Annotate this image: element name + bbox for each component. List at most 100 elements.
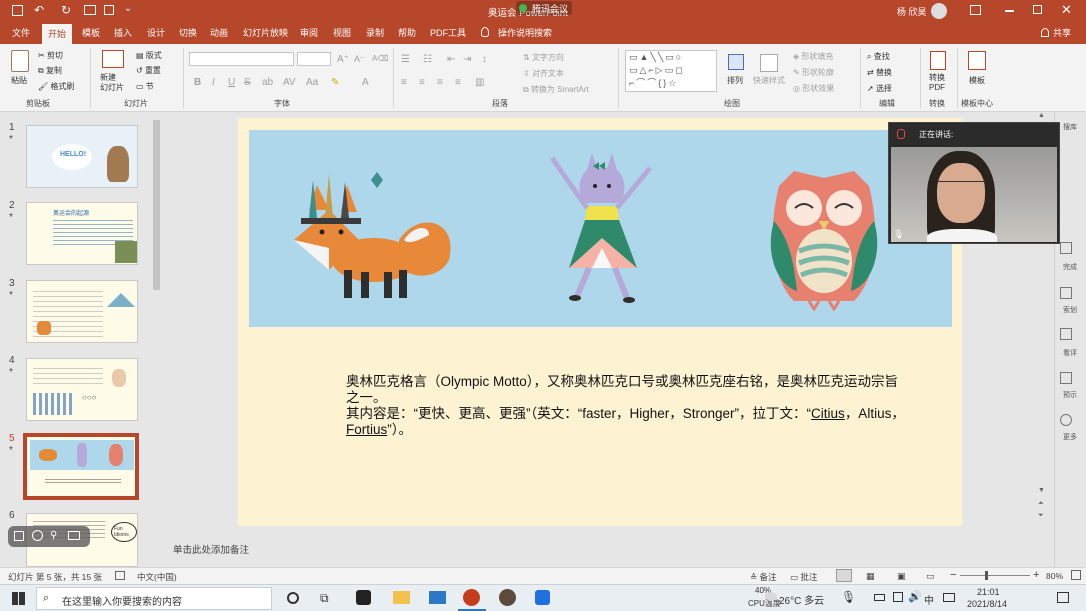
- tab-pdf-tools[interactable]: PDF工具: [430, 26, 466, 39]
- quick-styles-icon[interactable]: [760, 54, 778, 72]
- ime-indicator[interactable]: 中: [924, 592, 934, 607]
- paste-button[interactable]: 粘贴: [11, 75, 27, 86]
- shapes-gallery[interactable]: ▭▲╲╲▭○ ▭△⌐▷▭◻ ⌐⌒⌒{}☆: [625, 50, 717, 92]
- shape-fill-button[interactable]: ◈ 形状填充: [793, 51, 833, 62]
- pdf-icon[interactable]: [930, 51, 946, 70]
- clock-date[interactable]: 2021/8/14: [967, 599, 1007, 609]
- tab-home[interactable]: 开始: [42, 24, 73, 44]
- slide-thumbnail-5[interactable]: [23, 433, 139, 500]
- clock-time[interactable]: 21:01: [977, 587, 1000, 597]
- tab-slideshow[interactable]: 幻灯片放映: [243, 26, 288, 39]
- side-item-icon[interactable]: [1060, 287, 1072, 299]
- prev-slide-icon[interactable]: ⏶: [1038, 500, 1044, 508]
- shadow-icon[interactable]: ab: [262, 77, 273, 88]
- zoom-slider[interactable]: [960, 575, 1030, 576]
- scroll-down-icon[interactable]: ▼: [1038, 487, 1045, 494]
- spellcheck-icon[interactable]: [115, 571, 125, 580]
- underline-icon[interactable]: U: [228, 77, 235, 88]
- tab-view[interactable]: 视图: [333, 26, 351, 39]
- template-button[interactable]: 模板: [969, 75, 985, 86]
- new-slide-icon[interactable]: [102, 50, 124, 68]
- normal-view-icon[interactable]: [836, 569, 852, 582]
- reading-view-icon[interactable]: ▣: [897, 571, 906, 582]
- convert-pdf-button[interactable]: 转换 PDF: [929, 73, 945, 93]
- section-button[interactable]: ▭ 节: [136, 81, 154, 92]
- text-direction-button[interactable]: ⇅ 文字方向: [523, 52, 564, 63]
- emoji-icon[interactable]: [32, 530, 43, 541]
- decrease-indent-icon[interactable]: ⇤: [447, 54, 455, 65]
- tab-help[interactable]: 帮助: [398, 26, 416, 39]
- language-indicator[interactable]: 中文(中国): [137, 571, 177, 583]
- battery-icon[interactable]: [874, 594, 885, 601]
- layout-button[interactable]: ▤ 版式: [136, 50, 162, 61]
- slide-banner-image[interactable]: [249, 130, 952, 327]
- maximize-button[interactable]: [1033, 5, 1042, 14]
- tab-insert[interactable]: 插入: [114, 26, 132, 39]
- customize-toolbar-icon[interactable]: ⌄: [124, 3, 132, 14]
- participant-video[interactable]: [891, 147, 1057, 242]
- reset-button[interactable]: ↺ 重置: [136, 65, 161, 76]
- task-view-icon[interactable]: ⧉: [320, 591, 329, 606]
- close-button[interactable]: ✕: [1061, 2, 1072, 18]
- slide-thumbnail-4[interactable]: ○○○: [26, 358, 138, 421]
- columns-icon[interactable]: ▥: [475, 77, 484, 88]
- network-icon[interactable]: [893, 592, 903, 602]
- grid-icon[interactable]: [14, 531, 24, 541]
- zoom-slider-thumb[interactable]: [985, 571, 988, 580]
- next-slide-icon[interactable]: ⏷: [1038, 512, 1044, 520]
- side-item[interactable]: 索划: [1058, 305, 1082, 315]
- user-name[interactable]: 杨 欣昊: [897, 5, 927, 18]
- minimize-button[interactable]: [1005, 10, 1014, 12]
- zoom-level[interactable]: 80%: [1046, 571, 1063, 581]
- numbering-icon[interactable]: ☷: [423, 54, 432, 65]
- template-icon[interactable]: [968, 51, 986, 70]
- justify-icon[interactable]: ≡: [455, 77, 461, 88]
- comments-button[interactable]: ▭ 批注: [790, 571, 817, 583]
- tab-file[interactable]: 文件: [12, 26, 30, 39]
- side-item-icon[interactable]: [1060, 372, 1072, 384]
- screenshot-icon[interactable]: [104, 5, 114, 15]
- slide-thumbnail-3[interactable]: [26, 280, 138, 343]
- format-painter-button[interactable]: 🖌 格式刷: [38, 81, 74, 92]
- mic-icon[interactable]: 🎙: [893, 229, 904, 240]
- mail-icon[interactable]: [429, 591, 446, 604]
- zoom-out-button[interactable]: −: [950, 569, 956, 581]
- slide-body-text[interactable]: 奥林匹克格言（Olympic Motto），又称奥林匹克口号或奥林匹克座右铭，是…: [346, 374, 906, 438]
- copy-button[interactable]: ⧉ 复制: [38, 65, 62, 76]
- grow-font-icon[interactable]: A⁺: [337, 54, 349, 65]
- mic-icon[interactable]: ⚲: [50, 530, 57, 541]
- side-item[interactable]: 更多: [1058, 432, 1082, 442]
- microphone-icon[interactable]: 🎙: [841, 590, 856, 604]
- side-item[interactable]: 看评: [1058, 348, 1082, 358]
- spacing-icon[interactable]: AV: [283, 77, 296, 88]
- new-slide-button[interactable]: 新建 幻灯片: [100, 73, 124, 93]
- meeting-video-window[interactable]: 正在讲话: 🎙: [888, 122, 1060, 244]
- taskbar-search-box[interactable]: ⌕ 在这里输入你要搜索的内容: [36, 587, 272, 610]
- volume-icon[interactable]: 🔊: [908, 590, 922, 603]
- tencent-meeting-icon[interactable]: [535, 590, 550, 605]
- notes-placeholder[interactable]: 单击此处添加备注: [173, 542, 249, 556]
- align-text-button[interactable]: ⇳ 对齐文本: [523, 68, 564, 79]
- align-left-icon[interactable]: ≡: [401, 77, 407, 88]
- share-button[interactable]: 共享: [1053, 26, 1071, 39]
- italic-icon[interactable]: I: [212, 77, 215, 88]
- more-icon[interactable]: [1060, 414, 1072, 426]
- tab-record[interactable]: 录制: [366, 26, 384, 39]
- tab-transitions[interactable]: 切换: [179, 26, 197, 39]
- bullets-icon[interactable]: ☰: [401, 54, 410, 65]
- align-center-icon[interactable]: ≡: [419, 77, 425, 88]
- undo-icon[interactable]: ↶: [34, 3, 44, 17]
- side-item[interactable]: 预示: [1058, 390, 1082, 400]
- redo-icon[interactable]: ↻: [61, 3, 71, 17]
- notes-button[interactable]: ≙ 备注: [750, 571, 777, 583]
- app-icon-photo[interactable]: [499, 589, 516, 606]
- side-item[interactable]: 搜库: [1058, 122, 1082, 132]
- cut-button[interactable]: ✂ 剪切: [38, 50, 63, 61]
- find-button[interactable]: ⌕ 查找: [867, 51, 890, 62]
- paste-icon[interactable]: [11, 50, 29, 72]
- thumbnail-scrollbar[interactable]: [152, 112, 161, 567]
- slide-thumbnail-1[interactable]: HELLO!: [26, 125, 138, 188]
- quick-styles-button[interactable]: 快速样式: [753, 75, 785, 86]
- avatar[interactable]: [931, 3, 947, 19]
- tell-me-search[interactable]: 操作说明搜索: [498, 26, 552, 39]
